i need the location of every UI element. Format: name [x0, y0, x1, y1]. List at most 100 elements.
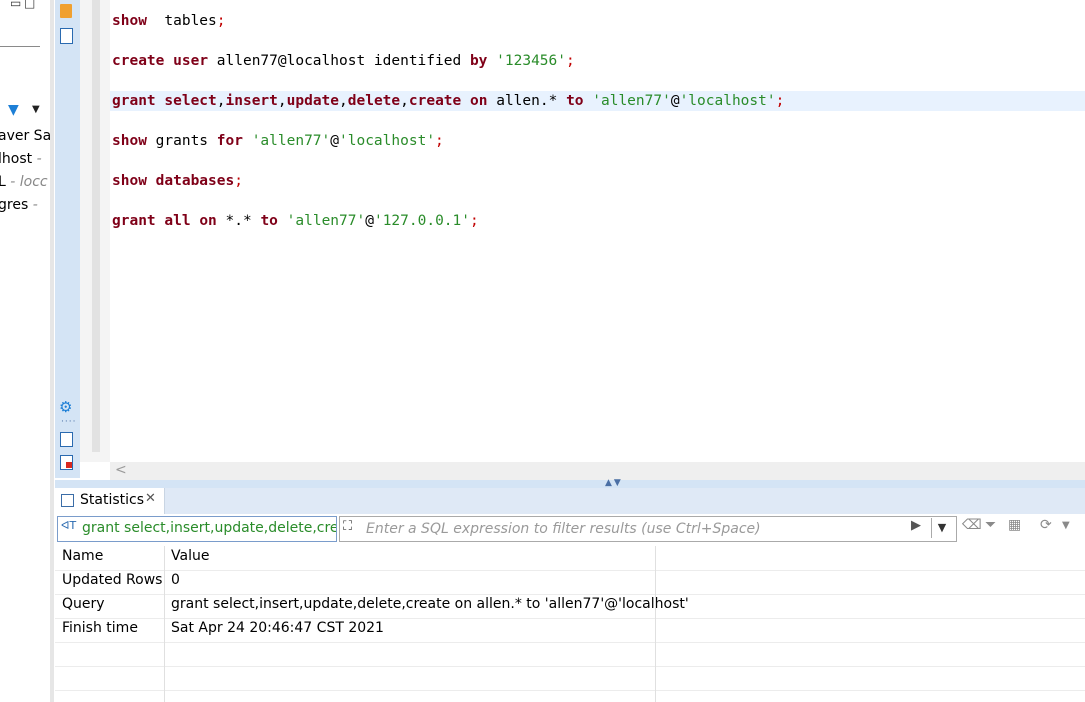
tab-statistics[interactable]: Statistics ✕	[55, 488, 165, 514]
code-token: to	[566, 93, 584, 109]
tab-label: Statistics	[80, 492, 144, 508]
row-name: Updated Rows	[62, 572, 163, 588]
sash-toggle-icon[interactable]: ▲▼	[605, 478, 623, 488]
eraser-icon[interactable]: ⌫	[962, 517, 982, 533]
code-token: 'localhost'	[679, 93, 776, 109]
panel-splitter[interactable]	[50, 0, 54, 702]
code-token: all	[164, 213, 191, 229]
maximize-icon[interactable]: □	[24, 0, 35, 10]
horizontal-scrollbar[interactable]	[110, 462, 1085, 480]
minimize-icon[interactable]: ▭	[10, 0, 21, 10]
code-token: ,	[277, 93, 287, 109]
explain-plan-icon[interactable]	[60, 28, 73, 44]
filter-icon[interactable]: ▼	[8, 102, 19, 118]
row-name: Query	[62, 596, 105, 612]
column-header-value[interactable]: Value	[171, 548, 209, 564]
apply-filter-icon[interactable]: ▶	[911, 518, 921, 533]
column-divider[interactable]	[655, 546, 656, 702]
editor-results-sash[interactable]	[55, 480, 1085, 488]
code-line[interactable]: create user allen77@localhost identified…	[112, 51, 575, 71]
table-row[interactable]: Updated Rows 0	[55, 570, 1085, 595]
results-tabbar	[55, 488, 1085, 514]
code-token: for	[216, 133, 243, 149]
table-row[interactable]: Finish time Sat Apr 24 20:46:47 CST 2021	[55, 618, 1085, 643]
filter-history-icon[interactable]: ▼	[931, 518, 952, 538]
code-token: tables	[146, 13, 217, 29]
table-row[interactable]: Query grant select,insert,update,delete,…	[55, 594, 1085, 619]
script-error-icon[interactable]	[60, 455, 73, 470]
code-token: allen77@localhost identified	[208, 53, 470, 69]
navigator-item[interactable]: L - locc	[0, 174, 48, 190]
navigator-panel: ▭ □ ▼ ▼ aver Sa lhost - L - locc gres -	[0, 0, 50, 702]
editor-toolbar: ⚙ ····	[55, 0, 80, 478]
code-token: to	[260, 213, 278, 229]
query-type-icon: ᐊT	[61, 519, 77, 532]
code-token: allen.*	[487, 93, 567, 109]
gear-icon[interactable]: ⚙	[59, 398, 72, 416]
code-token: 'allen77'	[251, 133, 331, 149]
code-token: ;	[566, 53, 575, 69]
expand-icon[interactable]: ⛶	[343, 519, 352, 534]
code-token: delete	[347, 93, 401, 109]
code-token: on	[199, 213, 217, 229]
code-token: @	[670, 93, 680, 109]
code-token: show	[112, 13, 147, 29]
code-token: 'allen77'	[592, 93, 671, 109]
chevron-down-icon[interactable]: ▼	[32, 104, 40, 115]
navigator-item[interactable]: aver Sa	[0, 128, 50, 144]
execute-script-icon[interactable]	[60, 4, 72, 18]
drag-handle-icon[interactable]: ····	[61, 417, 76, 427]
row-value: 0	[171, 572, 180, 588]
code-line[interactable]: show databases;	[112, 171, 243, 191]
refresh-icon[interactable]: ⟳	[1040, 517, 1052, 533]
code-line[interactable]: grant all on *.* to 'allen77'@'127.0.0.1…	[112, 211, 479, 231]
code-token: grant	[112, 213, 156, 229]
code-token: @	[365, 213, 374, 229]
code-token: insert	[225, 93, 278, 109]
code-token: @	[330, 133, 340, 149]
code-token: ;	[435, 133, 444, 149]
code-token: ;	[470, 213, 479, 229]
code-token: databases	[155, 173, 235, 189]
export-icon[interactable]	[60, 432, 73, 447]
code-token: ,	[339, 93, 348, 109]
table-row-empty	[55, 642, 1085, 667]
row-value: Sat Apr 24 20:46:47 CST 2021	[171, 620, 384, 636]
code-token: on	[470, 93, 488, 109]
code-token: update	[286, 93, 340, 109]
navigator-item[interactable]: lhost -	[0, 151, 42, 167]
close-icon[interactable]: ✕	[145, 491, 156, 506]
code-token: ;	[775, 93, 785, 109]
statistics-table: Name Value Updated Rows 0 Query grant se…	[55, 546, 1085, 702]
code-line[interactable]: show tables;	[112, 11, 226, 31]
code-token: ;	[234, 173, 243, 189]
code-token: by	[469, 53, 488, 69]
active-query-box[interactable]: ᐊT grant select,insert,update,delete,cre…	[57, 516, 337, 542]
code-token: ,	[216, 93, 226, 109]
filter-input[interactable]	[364, 519, 908, 539]
code-token: show	[112, 173, 147, 189]
code-token: user	[173, 53, 209, 69]
row-value: grant select,insert,update,delete,create…	[171, 596, 689, 612]
code-token: select	[164, 93, 217, 109]
code-line[interactable]: grant select,insert,update,delete,create…	[112, 91, 784, 111]
column-divider[interactable]	[164, 546, 165, 702]
panels-icon[interactable]: ▦	[1008, 517, 1021, 533]
filter-settings-icon[interactable]: ⏷	[985, 517, 996, 533]
code-token: grant	[112, 93, 156, 109]
chevron-down-icon[interactable]: ▼	[1062, 520, 1070, 531]
code-line[interactable]: show grants for 'allen77'@'localhost';	[112, 131, 444, 151]
code-token: '127.0.0.1'	[373, 213, 470, 229]
table-row-empty	[55, 666, 1085, 691]
code-token: show	[112, 133, 147, 149]
navigator-divider	[0, 46, 40, 47]
code-token: ;	[216, 13, 226, 29]
navigator-item[interactable]: gres -	[0, 197, 38, 213]
column-header-name[interactable]: Name	[62, 548, 103, 564]
filter-field[interactable]: ⛶	[339, 516, 957, 542]
scroll-left-icon[interactable]: <	[115, 462, 127, 478]
